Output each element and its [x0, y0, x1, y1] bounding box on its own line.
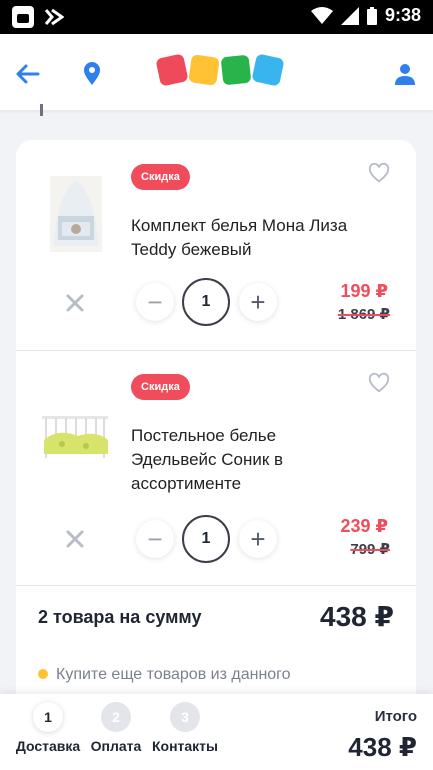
increase-quantity-button[interactable]: +: [239, 283, 277, 321]
app-notification-icon: [12, 6, 34, 28]
step-number: 2: [101, 702, 131, 732]
decrease-quantity-button[interactable]: −: [136, 520, 174, 558]
product-image[interactable]: [38, 408, 112, 466]
heart-icon: [368, 372, 390, 393]
section-title-fragment: [40, 104, 57, 116]
cart-card: Скидка Комплект белья Мона Лиза Teddy бе…: [16, 140, 416, 710]
summary-divider: [16, 585, 416, 586]
old-price: 1 869 ₽: [337, 306, 390, 323]
order-total-label: Итого: [374, 708, 417, 725]
current-price: 199 ₽: [340, 281, 388, 301]
order-total-value: 438 ₽: [348, 732, 417, 762]
remove-item-button[interactable]: [66, 294, 84, 312]
wifi-icon: [310, 6, 333, 24]
remove-item-button[interactable]: [66, 530, 84, 548]
step-label: Оплата: [90, 738, 142, 754]
profile-button[interactable]: [391, 60, 419, 88]
location-button[interactable]: [78, 60, 106, 88]
minus-icon: −: [147, 523, 163, 554]
quantity-value[interactable]: 1: [182, 515, 230, 563]
step-label: Контакты: [151, 738, 218, 754]
crib-bedding-image-icon: [50, 176, 102, 252]
flag-notification-icon: [44, 8, 64, 26]
signal-icon: [340, 6, 359, 25]
arrow-left-icon: [16, 64, 40, 84]
step-number: 1: [33, 702, 63, 732]
step-number: 3: [170, 702, 200, 732]
crib-bedding-image-icon: [38, 408, 112, 466]
plus-icon: +: [250, 286, 266, 317]
promo-hint: Купите еще товаров из данного: [38, 664, 378, 686]
old-price: 799 ₽: [350, 541, 390, 558]
map-pin-icon: [84, 62, 100, 85]
increase-quantity-button[interactable]: +: [239, 520, 277, 558]
minus-icon: −: [147, 286, 163, 317]
step-payment[interactable]: 2 Оплата: [76, 702, 156, 754]
discount-badge: Скидка: [131, 374, 190, 400]
status-time: 9:38: [384, 5, 421, 25]
quantity-value[interactable]: 1: [182, 278, 230, 326]
close-icon: [66, 530, 84, 548]
info-dot-icon: [38, 669, 48, 679]
summary-total: 438 ₽: [320, 601, 394, 632]
favorite-button[interactable]: [368, 372, 390, 394]
decrease-quantity-button[interactable]: −: [136, 283, 174, 321]
app-header: [0, 34, 433, 110]
brand-logo[interactable]: [155, 53, 285, 87]
heart-icon: [368, 162, 390, 183]
back-button[interactable]: [14, 60, 42, 88]
status-bar: 9:38: [0, 0, 433, 34]
cart-item: Скидка Постельное белье Эдельвейс Соник …: [16, 350, 416, 585]
promo-hint-text: Купите еще товаров из данного: [56, 666, 291, 683]
cart-item: Скидка Комплект белья Мона Лиза Teddy бе…: [16, 140, 416, 350]
checkout-bar: 1 Доставка 2 Оплата 3 Контакты Итого 438…: [0, 694, 433, 770]
battery-icon: [366, 6, 377, 25]
discount-badge: Скидка: [131, 164, 190, 190]
close-icon: [66, 294, 84, 312]
step-contacts[interactable]: 3 Контакты: [145, 702, 225, 754]
plus-icon: +: [250, 523, 266, 554]
product-title[interactable]: Комплект белья Мона Лиза Teddy бежевый: [131, 214, 381, 262]
current-price: 239 ₽: [340, 516, 388, 536]
product-image[interactable]: [50, 176, 102, 252]
user-icon: [395, 64, 415, 85]
summary-label: 2 товара на сумму: [38, 607, 202, 627]
product-title[interactable]: Постельное белье Эдельвейс Соник в ассор…: [131, 424, 361, 496]
favorite-button[interactable]: [368, 162, 390, 184]
